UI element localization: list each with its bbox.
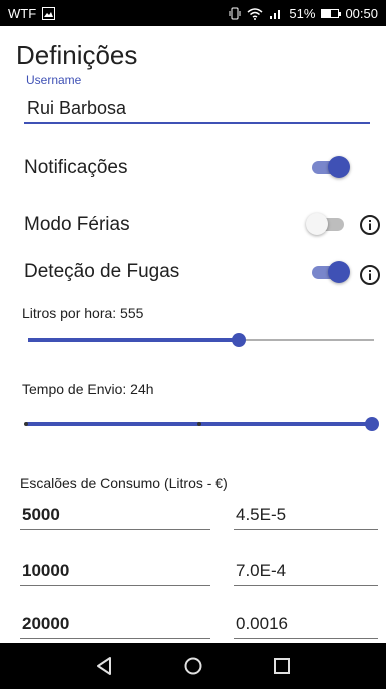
image-icon (42, 6, 56, 20)
status-right: 51% 00:50 (229, 6, 378, 21)
battery-icon (321, 8, 342, 18)
carrier-label: WTF (8, 5, 37, 21)
vacation-mode-switch[interactable] (306, 212, 346, 236)
slider-active-track (28, 338, 240, 342)
page-title: Definições (16, 40, 138, 70)
tier-liters-field[interactable]: 20000 (20, 609, 210, 639)
switch-thumb (328, 156, 350, 178)
navigation-bar (0, 643, 386, 689)
signal-icon (269, 7, 283, 20)
tier-liters-field[interactable]: 10000 (20, 556, 210, 586)
notifications-label: Notificações (24, 157, 128, 178)
switch-thumb (306, 213, 328, 235)
status-bar: WTF 51% 00:50 (0, 0, 386, 26)
slider-tick (197, 422, 201, 426)
username-input[interactable] (24, 94, 370, 124)
consumption-tiers-label: Escalões de Consumo (Litros - €) (20, 475, 228, 491)
battery-percent: 51% (289, 5, 316, 21)
status-left: WTF (8, 5, 56, 21)
tier-liters-field[interactable]: 5000 (20, 500, 210, 530)
slider-thumb[interactable] (232, 333, 247, 347)
tier-price-field[interactable]: 7.0E-4 (234, 556, 378, 586)
send-time-label: Tempo de Envio: 24h (22, 381, 154, 397)
wifi-icon (247, 7, 263, 20)
tier-price-field[interactable]: 0.0016 (234, 609, 378, 639)
liters-per-hour-slider[interactable] (28, 330, 374, 350)
info-icon[interactable] (359, 264, 381, 286)
notifications-switch[interactable] (310, 155, 350, 179)
leak-detection-label: Deteção de Fugas (24, 261, 180, 282)
home-icon[interactable] (173, 646, 213, 686)
battery-fill (322, 9, 331, 17)
leak-detection-switch[interactable] (310, 260, 350, 284)
send-time-slider[interactable] (24, 414, 379, 434)
slider-tick (24, 422, 28, 426)
tier-price-field[interactable]: 4.5E-5 (234, 500, 378, 530)
switch-thumb (328, 261, 350, 283)
back-icon[interactable] (84, 646, 124, 686)
clock: 00:50 (345, 5, 378, 21)
recents-icon[interactable] (262, 646, 302, 686)
vibrate-icon (229, 7, 241, 20)
slider-thumb[interactable] (365, 417, 379, 431)
liters-per-hour-label: Litros por hora: 555 (22, 305, 144, 321)
info-icon[interactable] (359, 214, 381, 236)
username-label: Username (26, 73, 82, 87)
vacation-mode-label: Modo Férias (24, 214, 130, 235)
